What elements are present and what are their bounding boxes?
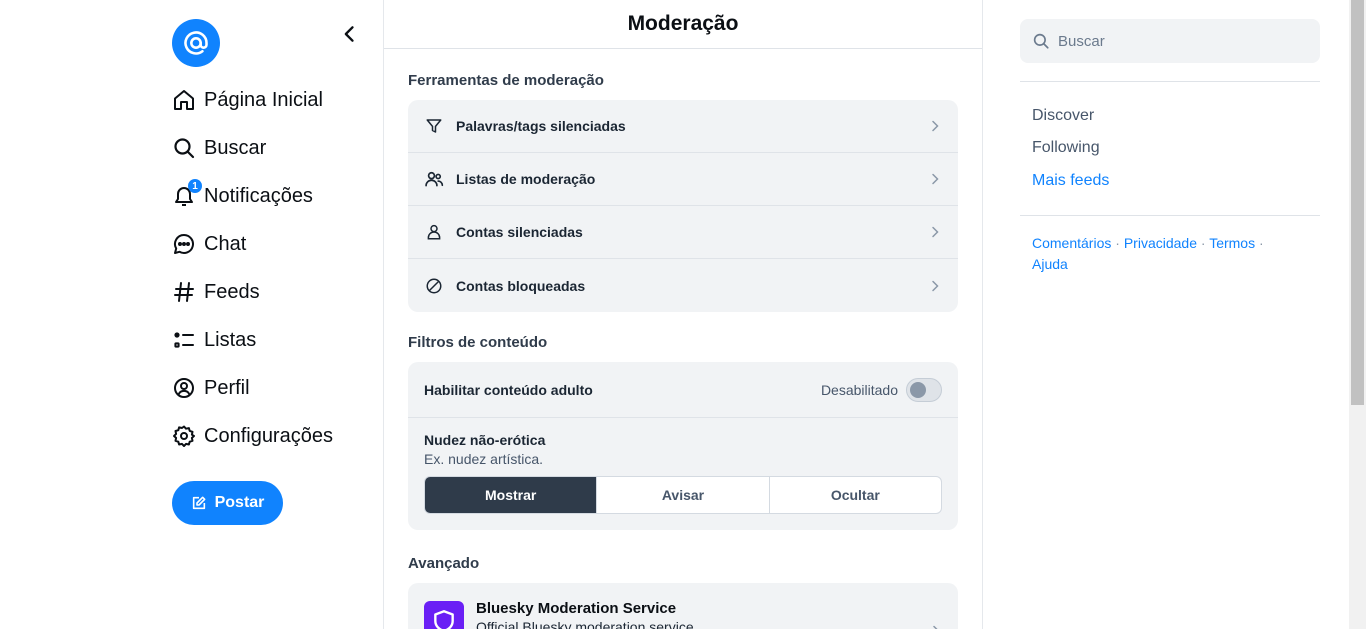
- labeler-text: Bluesky Moderation Service Official Blue…: [476, 600, 930, 629]
- labeler-row[interactable]: Bluesky Moderation Service Official Blue…: [408, 583, 958, 629]
- nav-label: Perfil: [204, 376, 250, 399]
- adult-content-state: Desabilitado: [820, 381, 898, 398]
- at-sign-icon[interactable]: [172, 19, 220, 67]
- chevron-right-icon: [930, 624, 942, 629]
- nav-item-notifications[interactable]: 1 Notificações: [172, 176, 313, 216]
- search-input[interactable]: [1058, 32, 1298, 50]
- page-title: Moderação: [627, 12, 739, 35]
- person-icon: [424, 222, 444, 242]
- gear-icon: [172, 424, 196, 448]
- option-warn-button[interactable]: Avisar: [597, 477, 770, 513]
- chevron-right-icon: [928, 119, 942, 133]
- post-button-label: Postar: [214, 494, 265, 511]
- page-scrollbar[interactable]: [1349, 0, 1366, 629]
- row-label: Listas de moderação: [456, 171, 596, 187]
- adult-content-row: Habilitar conteúdo adulto Desabilitado: [408, 362, 958, 418]
- home-icon: [172, 88, 196, 112]
- nav-item-lists[interactable]: Listas: [172, 320, 256, 360]
- collapse-chevron-left-icon[interactable]: [338, 22, 362, 46]
- shield-icon: [424, 601, 464, 629]
- hash-icon: [172, 280, 196, 304]
- users-icon: [424, 169, 444, 189]
- user-circle-icon: [172, 376, 196, 400]
- page-header: Moderação: [384, 0, 982, 49]
- chevron-right-icon: [928, 172, 942, 186]
- row-label: Contas bloqueadas: [456, 277, 586, 294]
- chat-bubble-icon: [172, 232, 196, 256]
- adult-content-label: Habilitar conteúdo adulto: [424, 381, 593, 398]
- footer-link-help[interactable]: Ajuda: [1032, 256, 1068, 272]
- nav-label: Configurações: [204, 424, 333, 447]
- block-icon: [424, 276, 444, 296]
- search-icon: [172, 136, 196, 160]
- nav-item-home[interactable]: Página Inicial: [172, 80, 323, 120]
- feed-link-following[interactable]: Following: [1032, 139, 1100, 157]
- list-icon: [172, 328, 196, 352]
- bell-icon: 1: [172, 179, 202, 208]
- scrollbar-thumb[interactable]: [1351, 0, 1364, 405]
- footer-link-feedback[interactable]: Comentários: [1032, 235, 1111, 251]
- moderation-tools-card: Palavras/tags silenciadas Listas de mode…: [408, 100, 958, 312]
- filter-icon: [424, 116, 444, 136]
- row-muted-words[interactable]: Palavras/tags silenciadas: [408, 100, 958, 153]
- toggle-knob: [910, 381, 926, 398]
- nav-item-feeds[interactable]: Feeds: [172, 272, 260, 312]
- row-label: Palavras/tags silenciadas: [456, 118, 626, 134]
- nav-label: Feeds: [204, 280, 260, 303]
- nudity-filter-title: Nudez não-erótica: [424, 432, 546, 448]
- footer-links: Comentários · Privacidade · Termos · Aju…: [1032, 233, 1292, 275]
- feed-link-discover[interactable]: Discover: [1032, 107, 1094, 125]
- nav-label: Listas: [204, 328, 257, 351]
- nudity-filter: Nudez não-erótica Ex. nudez artística. M…: [408, 418, 958, 530]
- post-button[interactable]: Postar: [172, 481, 283, 525]
- option-show-button[interactable]: Mostrar: [425, 477, 598, 513]
- divider: [1020, 81, 1320, 82]
- nudity-filter-subtitle: Ex. nudez artística.: [424, 451, 544, 467]
- nav-item-profile[interactable]: Perfil: [172, 368, 250, 408]
- advanced-section-title: Avançado: [408, 555, 480, 572]
- left-nav: Página Inicial Buscar 1 Notificações Cha…: [0, 0, 383, 629]
- search-icon: [1033, 33, 1049, 49]
- nudity-segmented-control: Mostrar Avisar Ocultar: [424, 476, 942, 514]
- separator: ·: [1258, 235, 1264, 251]
- nav-item-chat[interactable]: Chat: [172, 224, 246, 264]
- row-muted-accounts[interactable]: Contas silenciadas: [408, 206, 958, 259]
- chevron-right-icon: [928, 225, 942, 239]
- row-blocked-accounts[interactable]: Contas bloqueadas: [408, 259, 958, 312]
- separator: ·: [1115, 235, 1124, 251]
- labeler-name: Bluesky Moderation Service: [476, 599, 677, 617]
- option-hide-button[interactable]: Ocultar: [770, 477, 941, 513]
- separator: ·: [1200, 235, 1210, 251]
- nav-label: Página Inicial: [204, 88, 323, 111]
- row-label: Contas silenciadas: [456, 224, 583, 240]
- footer-link-privacy[interactable]: Privacidade: [1124, 235, 1197, 251]
- labeler-card: Bluesky Moderation Service Official Blue…: [408, 583, 958, 629]
- nav-item-search[interactable]: Buscar: [172, 128, 266, 168]
- divider: [1020, 215, 1320, 216]
- notification-badge: 1: [188, 179, 202, 193]
- tools-section-title: Ferramentas de moderação: [408, 72, 604, 89]
- moderation-panel: Moderação Ferramentas de moderação Palav…: [383, 0, 983, 629]
- adult-content-toggle[interactable]: [906, 377, 942, 402]
- nav-label: Notificações: [204, 184, 313, 207]
- labeler-description: Official Bluesky moderation service: [476, 618, 694, 629]
- nav-label: Buscar: [204, 136, 267, 159]
- nav-label: Chat: [204, 232, 247, 255]
- nav-item-settings[interactable]: Configurações: [172, 416, 333, 456]
- chevron-right-icon: [928, 279, 942, 293]
- row-moderation-lists[interactable]: Listas de moderação: [408, 153, 958, 206]
- footer-link-terms[interactable]: Termos: [1209, 235, 1255, 251]
- filters-section-title: Filtros de conteúdo: [408, 334, 548, 351]
- more-feeds-link[interactable]: Mais feeds: [1032, 172, 1109, 190]
- search-box[interactable]: [1020, 19, 1320, 63]
- content-filters-card: Habilitar conteúdo adulto Desabilitado N…: [408, 362, 958, 530]
- compose-icon: [192, 496, 206, 510]
